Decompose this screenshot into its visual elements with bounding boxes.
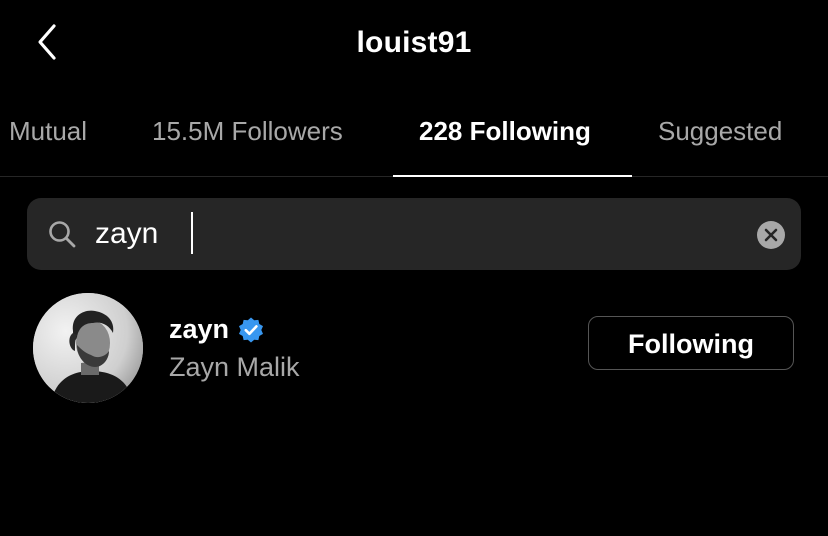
active-tab-indicator [393, 175, 632, 177]
search-bar [27, 198, 801, 270]
username[interactable]: zayn [169, 314, 229, 345]
tab-mutual[interactable]: Mutual [9, 116, 87, 147]
close-icon [764, 228, 778, 242]
username-container: zayn [169, 314, 265, 345]
following-button[interactable]: Following [588, 316, 794, 370]
profile-photo [33, 293, 143, 403]
clear-search-button[interactable] [757, 221, 785, 249]
text-caret [191, 212, 193, 254]
header: louist91 [0, 0, 828, 90]
search-icon [49, 221, 76, 248]
list-item[interactable]: zayn Zayn Malik Following [0, 290, 828, 406]
page-title: louist91 [356, 26, 472, 59]
tab-bar: Mutual 15.5M Followers 228 Following Sug… [0, 100, 828, 177]
tab-suggested[interactable]: Suggested [658, 116, 782, 147]
avatar[interactable] [33, 293, 143, 403]
tab-followers[interactable]: 15.5M Followers [152, 116, 343, 147]
full-name: Zayn Malik [169, 352, 300, 382]
verified-badge-icon [239, 317, 264, 342]
tab-following[interactable]: 228 Following [419, 116, 591, 147]
